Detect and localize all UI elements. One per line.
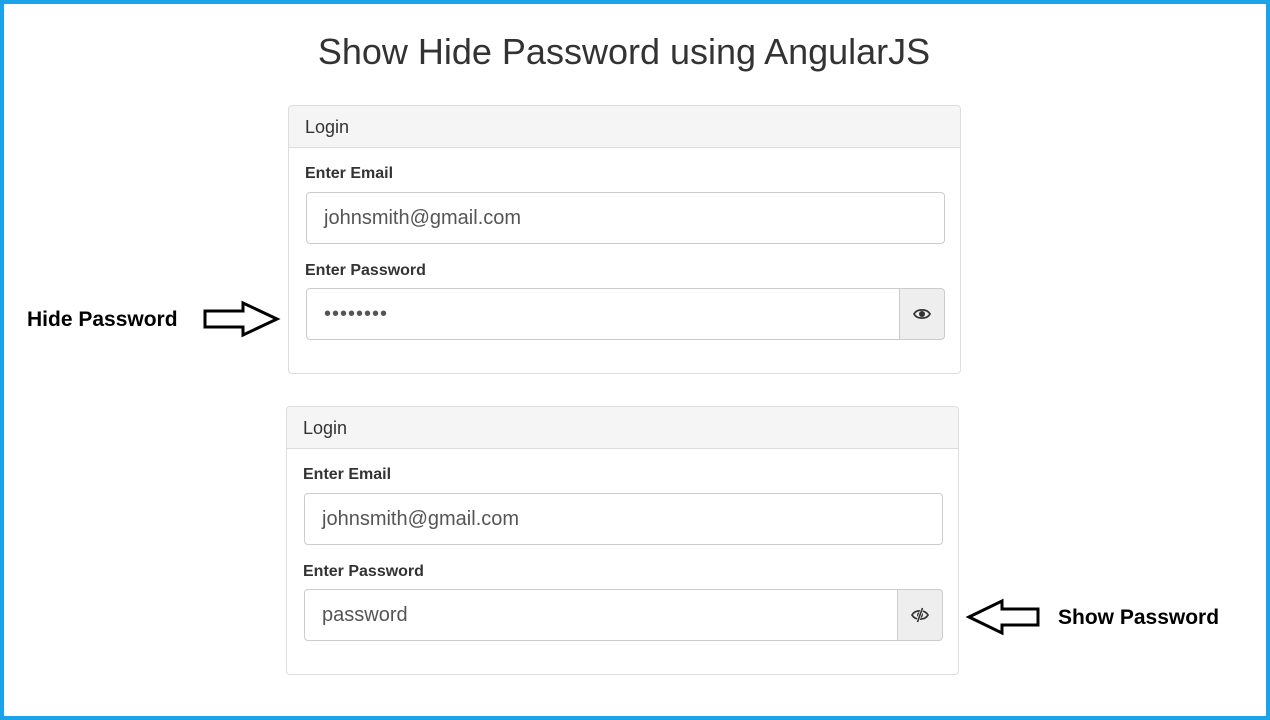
email-field[interactable]: johnsmith@gmail.com bbox=[304, 493, 943, 545]
show-password-toggle-button[interactable] bbox=[900, 288, 945, 340]
eye-slash-icon bbox=[911, 607, 929, 623]
eye-icon bbox=[913, 307, 931, 321]
password-field[interactable]: password bbox=[304, 589, 898, 641]
login-panel-hidden: Login Enter Email johnsmith@gmail.com En… bbox=[288, 105, 961, 374]
password-label: Enter Password bbox=[303, 563, 424, 580]
arrow-left-icon bbox=[966, 598, 1040, 636]
password-input-group: •••••••• bbox=[306, 288, 945, 340]
login-panel-shown: Login Enter Email johnsmith@gmail.com En… bbox=[286, 406, 959, 675]
hide-password-annotation: Hide Password bbox=[27, 308, 178, 331]
password-field[interactable]: •••••••• bbox=[306, 288, 900, 340]
password-label: Enter Password bbox=[305, 262, 426, 279]
hide-password-toggle-button[interactable] bbox=[898, 589, 943, 641]
page-title: Show Hide Password using AngularJS bbox=[317, 31, 931, 72]
arrow-right-icon bbox=[203, 300, 281, 338]
email-label: Enter Email bbox=[303, 466, 392, 483]
panel-heading: Login bbox=[287, 407, 958, 449]
panel-heading: Login bbox=[289, 106, 960, 148]
password-input-group: password bbox=[304, 589, 943, 641]
show-password-annotation: Show Password bbox=[1058, 606, 1220, 629]
email-label: Enter Email bbox=[305, 165, 394, 182]
email-field[interactable]: johnsmith@gmail.com bbox=[306, 192, 945, 244]
